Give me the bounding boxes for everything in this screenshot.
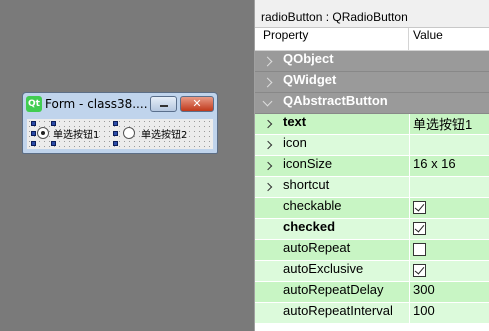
property-row-autorepeatinterval[interactable]: autoRepeatInterval 100 [255,303,489,324]
minimize-button[interactable] [150,96,177,112]
expand-arrow-icon[interactable] [262,56,273,67]
selection-handle[interactable] [113,131,118,136]
category-label: QWidget [283,72,337,87]
property-column-header[interactable]: Property [255,28,409,50]
category-qwidget[interactable]: QWidget [255,72,489,93]
close-button[interactable]: ✕ [180,96,214,112]
checkable-checkbox[interactable] [413,201,426,214]
expand-arrow-icon[interactable] [262,77,273,88]
property-name: text [283,114,307,129]
property-row-iconsize[interactable]: iconSize 16 x 16 [255,156,489,177]
radio-button-2-label: 单选按钮2 [141,130,188,141]
category-label: QObject [283,51,334,66]
checked-checkbox[interactable] [413,222,426,235]
form-title-bar[interactable]: Qt Form - class38.... ✕ [23,93,217,117]
radio-button-1[interactable] [37,127,49,139]
autoexclusive-checkbox[interactable] [413,264,426,277]
category-qobject[interactable]: QObject [255,51,489,72]
form-title: Form - class38.... [45,97,148,111]
property-row-checked[interactable]: checked [255,219,489,240]
property-row-text[interactable]: text 单选按钮1 [255,114,489,135]
form-canvas[interactable]: 单选按钮1 单选按钮2 [27,119,213,149]
selection-handle[interactable] [51,141,56,146]
radio-button-2[interactable] [123,127,135,139]
property-name: checked [283,219,336,234]
property-name: autoExclusive [283,261,364,276]
expand-arrow-icon[interactable] [263,140,273,150]
property-name: checkable [283,198,342,213]
expand-arrow-icon[interactable] [263,182,273,192]
property-value[interactable]: 16 x 16 [413,156,456,171]
property-row-shortcut[interactable]: shortcut [255,177,489,198]
form-preview-window[interactable]: Qt Form - class38.... ✕ 单选按钮1 单选按钮2 [22,92,218,154]
property-editor: radioButton : QRadioButton Property Valu… [254,0,489,331]
property-value[interactable]: 100 [413,303,435,318]
category-label: QAbstractButton [283,93,388,108]
object-class-header: radioButton : QRadioButton [255,0,489,28]
property-row-autoexclusive[interactable]: autoExclusive [255,261,489,282]
selection-handle[interactable] [31,141,36,146]
property-row-icon[interactable]: icon [255,135,489,156]
property-value[interactable]: 300 [413,282,435,297]
radio-button-1-label: 单选按钮1 [53,130,100,141]
qt-logo-icon: Qt [26,96,42,112]
property-name: icon [283,135,307,150]
property-name: iconSize [283,156,333,171]
expand-arrow-icon[interactable] [263,161,273,171]
expand-arrow-icon[interactable] [263,119,273,129]
selection-handle[interactable] [113,141,118,146]
property-name: autoRepeat [283,240,351,255]
value-column-header[interactable]: Value [409,28,489,50]
selection-handle[interactable] [31,121,36,126]
property-row-autorepeat[interactable]: autoRepeat [255,240,489,261]
selection-handle[interactable] [51,121,56,126]
property-name: autoRepeatDelay [283,282,384,297]
property-name: shortcut [283,177,330,192]
property-row-autorepeatdelay[interactable]: autoRepeatDelay 300 [255,282,489,303]
column-headers: Property Value [255,28,489,51]
autorepeat-checkbox[interactable] [413,243,426,256]
category-qabstractbutton[interactable]: QAbstractButton [255,93,489,114]
property-name: autoRepeatInterval [283,303,393,318]
selection-handle[interactable] [113,121,118,126]
collapse-arrow-icon[interactable] [262,96,273,107]
property-row-checkable[interactable]: checkable [255,198,489,219]
selection-handle[interactable] [31,131,36,136]
property-value[interactable]: 单选按钮1 [413,114,472,133]
